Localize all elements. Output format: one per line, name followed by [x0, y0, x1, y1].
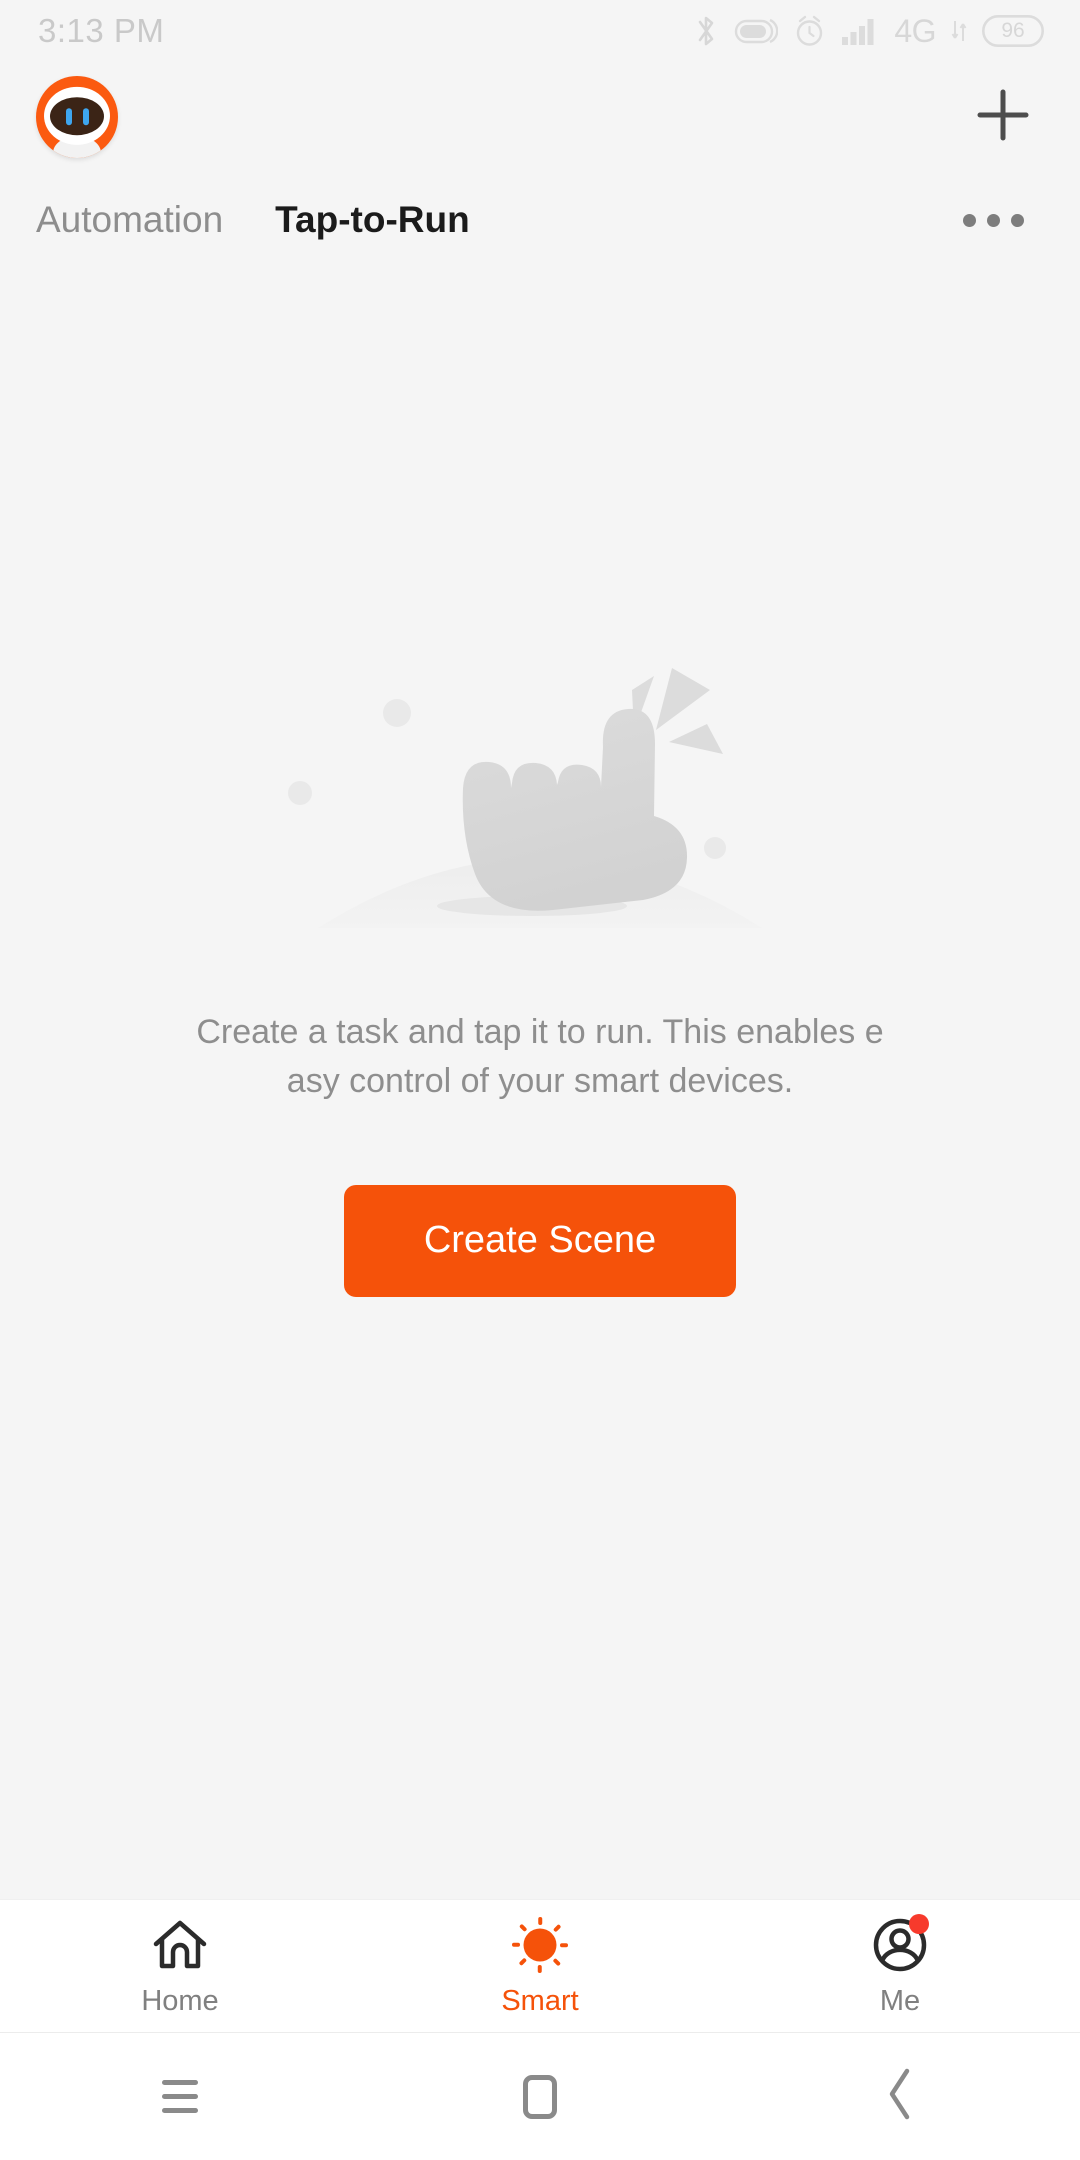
plus-icon: [975, 87, 1031, 148]
sun-icon: [509, 1914, 571, 1976]
sun-glyph: [512, 1917, 568, 1973]
notification-badge: [909, 1914, 929, 1934]
sun-ray-3: [560, 1943, 568, 1947]
hamburger-line-3: [162, 2108, 198, 2113]
logo-visor: [50, 97, 104, 136]
sun-ray-8: [518, 1923, 528, 1933]
tab-bar: Automation Tap-to-Run: [0, 172, 1080, 268]
sun-ray-4: [552, 1957, 562, 1967]
data-transfer-icon: [951, 18, 967, 44]
chevron-left-icon: [883, 2066, 917, 2127]
sun-ray-7: [512, 1943, 520, 1947]
rounded-square-icon: [523, 2074, 557, 2119]
bottom-nav-label-smart: Smart: [501, 1985, 579, 2017]
tab-tap-to-run[interactable]: Tap-to-Run: [275, 199, 470, 241]
dot-3: [1011, 213, 1024, 227]
bottom-nav-item-home[interactable]: Home: [0, 1900, 360, 2032]
tab-automation[interactable]: Automation: [36, 199, 223, 241]
status-bar: 3:13 PM 4G 96: [0, 0, 1080, 62]
person-circle-icon: [869, 1914, 931, 1976]
logo-eye-left: [65, 107, 72, 125]
network-4g-label: 4G: [894, 12, 936, 49]
sun-ray-1: [538, 1917, 542, 1925]
bottom-nav-item-smart[interactable]: Smart: [360, 1900, 720, 2032]
smart-life-logo[interactable]: [36, 76, 118, 158]
back-button[interactable]: [720, 2066, 1080, 2127]
bluetooth-icon: [693, 14, 719, 48]
sun-core: [523, 1928, 557, 1962]
empty-state-content: Create a task and tap it to run. This en…: [0, 268, 1080, 1899]
bottom-nav-item-me[interactable]: Me: [720, 1900, 1080, 2032]
more-options-button[interactable]: [949, 200, 1038, 241]
signal-icon: [841, 16, 879, 46]
dot-2: [987, 213, 1000, 227]
sun-ray-2: [552, 1923, 562, 1933]
status-time: 3:13 PM: [38, 12, 165, 49]
home-button[interactable]: [360, 2074, 720, 2119]
battery-level: 96: [1001, 19, 1025, 42]
create-scene-button[interactable]: Create Scene: [344, 1184, 736, 1297]
bottom-nav-label-me: Me: [879, 1985, 921, 2017]
hamburger-icon: [162, 2080, 198, 2113]
dot-1: [963, 213, 976, 227]
hamburger-line-2: [162, 2094, 198, 2099]
logo-eye-right: [82, 107, 89, 125]
house-icon: [149, 1914, 211, 1976]
bottom-nav-label-home: Home: [141, 1985, 219, 2017]
vibrate-icon: [734, 16, 779, 46]
phone-screen: 3:13 PM 4G 96 Automation Tap-to-Run Crea…: [0, 0, 1080, 2160]
recents-button[interactable]: [0, 2080, 360, 2113]
battery-icon: 96: [982, 15, 1044, 47]
empty-state-message: Create a task and tap it to run. This en…: [196, 1013, 884, 1101]
status-icon-group: 4G 96: [693, 13, 1044, 50]
app-bar: [0, 62, 1080, 172]
hamburger-line-1: [162, 2080, 198, 2085]
sun-ray-6: [518, 1957, 528, 1967]
system-navigation-bar: [0, 2032, 1080, 2160]
bottom-navigation: Home Smart Me: [0, 1899, 1080, 2032]
tap-finger-illustration: [260, 628, 820, 958]
add-scene-button[interactable]: [968, 82, 1038, 152]
alarm-icon: [793, 15, 826, 48]
sun-ray-5: [538, 1965, 542, 1973]
